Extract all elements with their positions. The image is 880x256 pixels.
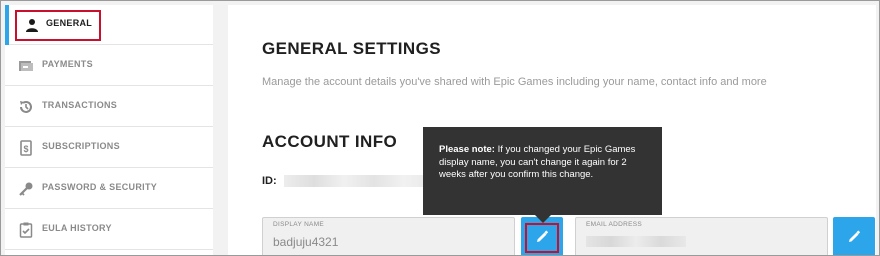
edit-email-button[interactable]: [833, 217, 875, 255]
sidebar-item-general[interactable]: GENERAL: [5, 5, 213, 45]
payments-icon: [17, 57, 35, 75]
epic-account-window: GENERAL PAYMENTS TRANSACTIONS $ SUBSCRIP…: [0, 0, 880, 256]
display-name-label: DISPLAY NAME: [273, 221, 325, 228]
tooltip-note-label: Please note:: [439, 144, 495, 155]
svg-text:$: $: [23, 144, 28, 154]
sidebar-item-eula-history[interactable]: EULA HISTORY: [5, 210, 213, 250]
subscriptions-icon: $: [17, 139, 35, 157]
sidebar-item-payments[interactable]: PAYMENTS: [5, 46, 213, 86]
sidebar-item-subscriptions[interactable]: $ SUBSCRIPTIONS: [5, 128, 213, 168]
pencil-icon: [849, 230, 861, 242]
clipboard-check-icon: [17, 221, 35, 239]
sidebar-item-label: PAYMENTS: [42, 59, 93, 69]
sidebar-item-label: SUBSCRIPTIONS: [42, 141, 120, 151]
active-indicator: [5, 5, 9, 45]
page-subtitle: Manage the account details you've shared…: [262, 76, 767, 88]
key-icon: [17, 180, 35, 198]
sidebar-item-password-security[interactable]: PASSWORD & SECURITY: [5, 169, 213, 209]
email-address-field[interactable]: EMAIL ADDRESS: [575, 217, 828, 255]
email-value-redacted: [586, 236, 686, 247]
account-id-value-redacted: [284, 175, 434, 187]
history-icon: [17, 98, 35, 116]
sidebar-item-label: EULA HISTORY: [42, 223, 112, 233]
sidebar-item-label: PASSWORD & SECURITY: [42, 182, 158, 192]
sidebar-item-transactions[interactable]: TRANSACTIONS: [5, 87, 213, 127]
account-id-label: ID:: [262, 175, 277, 187]
page-title: GENERAL SETTINGS: [262, 39, 441, 58]
display-name-value: badjuju4321: [273, 235, 339, 249]
tooltip-arrow: [535, 215, 551, 223]
edit-button-highlight: [525, 223, 559, 253]
settings-sidebar: GENERAL PAYMENTS TRANSACTIONS $ SUBSCRIP…: [5, 5, 213, 255]
display-name-change-tooltip: Please note: If you changed your Epic Ga…: [423, 127, 662, 223]
selection-highlight: [15, 10, 101, 41]
section-title: ACCOUNT INFO: [262, 132, 398, 151]
email-address-label: EMAIL ADDRESS: [586, 221, 643, 228]
display-name-field[interactable]: DISPLAY NAME badjuju4321: [262, 217, 515, 255]
sidebar-item-label: TRANSACTIONS: [42, 100, 118, 110]
settings-main-panel: GENERAL SETTINGS Manage the account deta…: [228, 5, 876, 255]
